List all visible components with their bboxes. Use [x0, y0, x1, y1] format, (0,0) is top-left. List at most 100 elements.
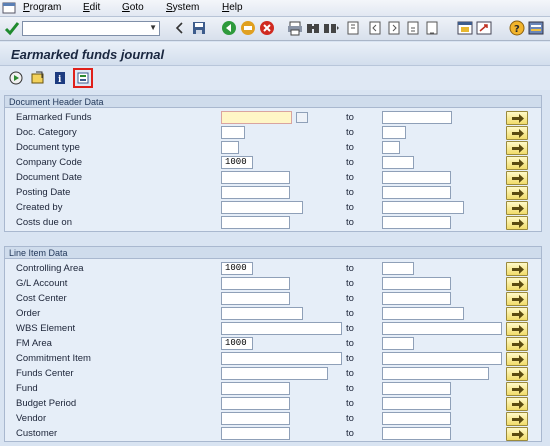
budget-period-to[interactable]	[382, 397, 451, 410]
fund-from[interactable]	[221, 382, 290, 395]
system-menu-icon[interactable]	[2, 1, 16, 15]
multiple-selection-button[interactable]	[506, 427, 528, 441]
last-page-icon[interactable]	[405, 20, 421, 36]
multiple-selection-button[interactable]	[506, 292, 528, 306]
earmarked-funds-to[interactable]	[382, 111, 452, 124]
vendor-from[interactable]	[221, 412, 290, 425]
multiple-selection-button[interactable]	[506, 412, 528, 426]
created-by-to[interactable]	[382, 201, 464, 214]
first-page-icon[interactable]	[345, 20, 361, 36]
execute-icon[interactable]	[9, 70, 25, 86]
created-by-from[interactable]	[221, 201, 303, 214]
customer-from[interactable]	[221, 427, 290, 440]
customer-to[interactable]	[382, 427, 451, 440]
menu-program[interactable]: Program	[23, 2, 61, 13]
print-icon[interactable]	[287, 20, 303, 36]
multiple-selection-button[interactable]	[506, 156, 528, 170]
command-field[interactable]: ▼	[22, 21, 160, 36]
cost-center-from[interactable]	[221, 292, 290, 305]
cancel-icon[interactable]	[259, 20, 275, 36]
doc-category-from[interactable]	[221, 126, 245, 139]
find-next-icon[interactable]	[323, 20, 339, 36]
label-company-code: Company Code	[16, 157, 83, 168]
multiple-selection-button[interactable]	[506, 307, 528, 321]
fm-area-to[interactable]	[382, 337, 414, 350]
earmarked-funds-from[interactable]	[221, 111, 292, 124]
costs-due-on-to[interactable]	[382, 216, 451, 229]
controlling-area-from[interactable]: 1000	[221, 262, 253, 275]
arrow-right-icon	[512, 219, 524, 228]
cost-center-to[interactable]	[382, 292, 451, 305]
multiple-selection-button[interactable]	[506, 322, 528, 336]
label-budget-period: Budget Period	[16, 398, 77, 409]
multiple-selection-button[interactable]	[506, 397, 528, 411]
customize-icon[interactable]	[528, 20, 544, 36]
funds-center-to[interactable]	[382, 367, 489, 380]
label-cost-center: Cost Center	[16, 293, 67, 304]
help-icon[interactable]: ?	[509, 20, 525, 36]
document-type-from[interactable]	[221, 141, 239, 154]
multiple-selection-button[interactable]	[506, 141, 528, 155]
commitment-item-to[interactable]	[382, 352, 502, 365]
multiple-selection-button[interactable]	[506, 352, 528, 366]
document-date-from[interactable]	[221, 171, 290, 184]
multiple-selection-button[interactable]	[506, 201, 528, 215]
multiple-selection-button[interactable]	[506, 277, 528, 291]
prev-page-icon[interactable]	[367, 20, 383, 36]
order-from[interactable]	[221, 307, 303, 320]
menu-help[interactable]: Help	[222, 2, 243, 13]
multiple-selection-button[interactable]	[506, 111, 528, 125]
company-code-from[interactable]: 1000	[221, 156, 253, 169]
menu-system[interactable]: System	[166, 2, 199, 13]
funds-center-from[interactable]	[221, 367, 328, 380]
next-page-icon[interactable]	[386, 20, 402, 36]
document-date-to[interactable]	[382, 171, 451, 184]
menu-goto[interactable]: Goto	[122, 2, 144, 13]
left-arrow-icon[interactable]	[172, 20, 188, 36]
multiple-selection-button[interactable]	[506, 186, 528, 200]
multiple-selection-button[interactable]	[506, 171, 528, 185]
row-company-code: Company Code 1000 to	[5, 155, 541, 170]
multiple-selection-button[interactable]	[506, 367, 528, 381]
controlling-area-to[interactable]	[382, 262, 414, 275]
multiple-selection-button[interactable]	[506, 337, 528, 351]
gl-account-from[interactable]	[221, 277, 290, 290]
get-variant-icon[interactable]	[30, 70, 46, 86]
vendor-to[interactable]	[382, 412, 451, 425]
wbs-element-from[interactable]	[221, 322, 342, 335]
shortcut-icon[interactable]	[476, 20, 492, 36]
multiple-selection-button[interactable]	[506, 382, 528, 396]
label-customer: Customer	[16, 428, 58, 439]
wbs-element-to[interactable]	[382, 322, 502, 335]
costs-due-on-from[interactable]	[221, 216, 290, 229]
fm-area-from[interactable]: 1000	[221, 337, 253, 350]
multiple-selection-button[interactable]	[506, 216, 528, 230]
doc-category-to[interactable]	[382, 126, 406, 139]
program-info-icon[interactable]: i	[52, 70, 68, 86]
menu-edit[interactable]: Edit	[83, 2, 100, 13]
document-type-to[interactable]	[382, 141, 400, 154]
chevron-down-icon[interactable]: ▼	[149, 23, 157, 32]
enter-icon[interactable]	[4, 20, 20, 36]
order-to[interactable]	[382, 307, 464, 320]
find-icon[interactable]	[305, 20, 321, 36]
company-code-to[interactable]	[382, 156, 414, 169]
fund-to[interactable]	[382, 382, 451, 395]
exit-icon[interactable]	[240, 20, 256, 36]
to-label: to	[346, 308, 354, 319]
multiple-selection-button[interactable]	[506, 262, 528, 276]
matchcode-icon[interactable]	[296, 112, 308, 123]
commitment-item-from[interactable]	[221, 352, 342, 365]
budget-period-from[interactable]	[221, 397, 290, 410]
last-page-alt-icon[interactable]	[424, 20, 440, 36]
back-icon[interactable]	[221, 20, 237, 36]
posting-date-from[interactable]	[221, 186, 290, 199]
dynamic-selections-icon[interactable]	[73, 68, 93, 88]
posting-date-to[interactable]	[382, 186, 451, 199]
label-wbs-element: WBS Element	[16, 323, 76, 334]
new-session-icon[interactable]	[457, 20, 473, 36]
gl-account-to[interactable]	[382, 277, 451, 290]
save-icon[interactable]	[191, 20, 207, 36]
multiple-selection-button[interactable]	[506, 126, 528, 140]
label-controlling-area: Controlling Area	[16, 263, 84, 274]
